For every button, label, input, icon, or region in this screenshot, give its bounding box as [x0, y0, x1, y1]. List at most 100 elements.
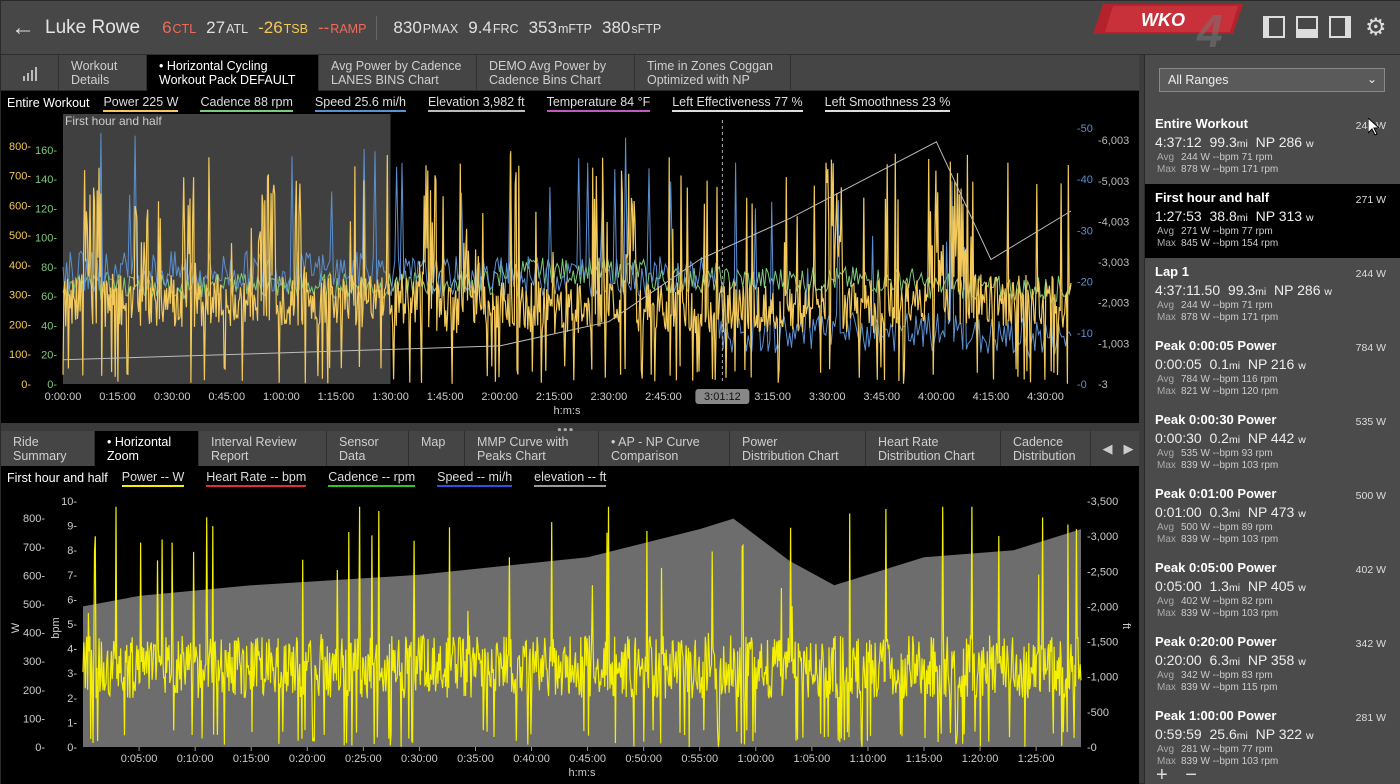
- tab-label-line1: • Horizontal Cycling: [159, 59, 268, 73]
- tab-map[interactable]: Map: [409, 431, 465, 466]
- range-distance: 6.3: [1209, 652, 1229, 668]
- power-tick-label: 300-: [9, 290, 31, 302]
- distance-unit: mi: [1228, 582, 1241, 594]
- bottom-panel-toggle-icon[interactable]: [1296, 16, 1318, 38]
- tab-power-distribution-chart[interactable]: Power Distribution Chart: [730, 431, 866, 466]
- panel-divider[interactable]: ●●●: [1, 423, 1139, 434]
- range-max-row: Max 821 W --bpm 120 rpm: [1155, 386, 1392, 398]
- x-tick-label: 1:15:00: [906, 753, 943, 765]
- metric-value: 6: [162, 17, 172, 37]
- x-tick-label: 2:45:00: [645, 391, 682, 403]
- range-item[interactable]: Peak 0:05:00 Power 402 W 0:05:00 1.3mi NP …: [1145, 554, 1400, 628]
- x-tick-label: 0:00:00: [45, 391, 82, 403]
- range-np: NP 322: [1255, 726, 1303, 742]
- tab-workout-details[interactable]: Workout Details: [59, 55, 147, 91]
- range-avg-row: Avg 271 W --bpm 77 rpm: [1155, 226, 1392, 238]
- speed-tick-label: -50: [1077, 123, 1093, 135]
- tab-scroll-left-icon[interactable]: ◀: [1103, 441, 1113, 457]
- x-tick-label: 1:05:00: [794, 753, 831, 765]
- np-unit: w: [1298, 656, 1306, 668]
- tab-label-line2: Zoom: [107, 449, 139, 463]
- elevation-tick-label: -3,003: [1098, 257, 1129, 269]
- elevation-tick-label: -0: [1087, 742, 1097, 754]
- back-arrow-icon[interactable]: ←: [1, 1, 45, 55]
- tab-sensor-data[interactable]: Sensor Data: [327, 431, 409, 466]
- avg-values: 244 W --bpm 71 rpm: [1181, 300, 1273, 311]
- workout-chart-plot[interactable]: First hour and half 0:00:00 0:15:00 0:30:00…: [1, 91, 1139, 423]
- tab-horizontal-cycling-workout-pack-default[interactable]: • Horizontal Cycling Workout Pack DEFAULT: [147, 55, 319, 91]
- max-values: 839 W --bpm 103 rpm: [1181, 534, 1279, 545]
- tab-cadence-distribution[interactable]: Cadence Distribution: [1001, 431, 1091, 466]
- hr-tick-label: 6-: [67, 594, 77, 606]
- zoom-chart[interactable]: First hour and half Power -- W Heart Rate…: [1, 466, 1139, 784]
- workout-chart[interactable]: Entire Workout Power 225 W Cadence 88 rpm…: [1, 91, 1139, 423]
- max-label: Max: [1157, 460, 1176, 471]
- range-item[interactable]: Peak 0:00:30 Power 535 W 0:00:30 0.2mi NP …: [1145, 406, 1400, 480]
- tab-scroll-right-icon[interactable]: ▶: [1124, 441, 1134, 457]
- tab-label-line2: Optimized with NP: [647, 73, 750, 87]
- range-distance: 25.6: [1209, 726, 1237, 742]
- tab-label-line1: Power: [742, 435, 778, 449]
- tab-label-line1: Map: [421, 435, 446, 449]
- max-values: 845 W --bpm 154 rpm: [1181, 238, 1279, 249]
- distance-unit: mi: [1236, 212, 1248, 224]
- tab-avg-power-by-cadence-lanes-bins-chart[interactable]: Avg Power by Cadence LANES BINS Chart: [319, 55, 477, 91]
- avg-label: Avg: [1157, 522, 1175, 533]
- range-item[interactable]: Peak 0:00:05 Power 784 W 0:00:05 0.1mi NP …: [1145, 332, 1400, 406]
- x-tick-label: 0:35:00: [457, 753, 494, 765]
- range-item[interactable]: First hour and half 271 W 1:27:53 38.8mi N…: [1145, 184, 1400, 258]
- tab-horizontal-zoom[interactable]: • Horizontal Zoom: [95, 431, 199, 466]
- range-item[interactable]: Peak 0:20:00 Power 342 W 0:20:00 6.3mi NP …: [1145, 628, 1400, 702]
- speed-tick-label: -40: [1077, 174, 1093, 186]
- avg-label: Avg: [1157, 226, 1175, 237]
- x-tick-label: 1:00:00: [263, 391, 300, 403]
- x-tick-label: 0:55:00: [681, 753, 718, 765]
- range-summary: 0:59:59 25.6mi NP 322 w: [1155, 726, 1392, 742]
- tab-ride-summary[interactable]: Ride Summary: [1, 431, 95, 466]
- tab-ap-np-curve-comparison[interactable]: • AP - NP Curve Comparison: [599, 431, 730, 466]
- power-tick-label: 200-: [9, 319, 31, 331]
- left-panel-toggle-icon[interactable]: [1263, 16, 1285, 38]
- tab-interval-review-report[interactable]: Interval Review Report: [199, 431, 327, 466]
- x-tick-label: 0:10:00: [177, 753, 214, 765]
- avg-values: 784 W --bpm 116 rpm: [1181, 374, 1278, 385]
- range-item[interactable]: Lap 1 244 W 4:37:11.50 99.3mi NP 286 w Avg 2…: [1145, 258, 1400, 332]
- zoom-chart-plot[interactable]: 0:05:00 0:10:00 0:15:00 0:20:00 0:25:00 0:30:…: [1, 466, 1139, 784]
- tab-mmp-curve-with-peaks-chart[interactable]: MMP Curve with Peaks Chart: [465, 431, 599, 466]
- x-tick-label: 0:40:00: [513, 753, 550, 765]
- tab-demo-avg-power-by-cadence-bins-chart[interactable]: DEMO Avg Power by Cadence Bins Chart: [477, 55, 635, 91]
- add-remove-range-buttons[interactable]: + −: [1156, 764, 1203, 784]
- tab-time-in-zones-coggan-optimized-with-np[interactable]: Time in Zones Coggan Optimized with NP: [635, 55, 791, 91]
- range-max-row: Max 878 W --bpm 171 rpm: [1155, 164, 1392, 176]
- power-tick-label: 100-: [23, 713, 45, 725]
- range-distance: 0.1: [1209, 356, 1229, 372]
- gear-icon[interactable]: ⚙: [1365, 13, 1387, 42]
- metric-tsb: -26TSB: [258, 18, 308, 38]
- x-axis-label: h:m:s: [569, 767, 596, 779]
- range-avg-row: Avg 281 W --bpm 77 rpm: [1155, 744, 1392, 756]
- tab-heart-rate-distribution-chart[interactable]: Heart Rate Distribution Chart: [866, 431, 1001, 466]
- chart-bars-icon[interactable]: [1, 55, 59, 90]
- power-tick-label: 500-: [23, 599, 45, 611]
- range-np: NP 286: [1274, 282, 1321, 298]
- tab-label-line1: Workout: [71, 59, 118, 73]
- hr-tick-label: 8-: [67, 545, 77, 557]
- x-tick-label: 3:30:00: [809, 391, 846, 403]
- range-item[interactable]: Peak 0:01:00 Power 500 W 0:01:00 0.3mi NP …: [1145, 480, 1400, 554]
- range-filter-select[interactable]: All Ranges ⌄: [1159, 68, 1385, 92]
- range-summary: 0:01:00 0.3mi NP 473 w: [1155, 504, 1392, 520]
- hr-tick-label: 2-: [67, 693, 77, 705]
- metric-value: 27: [206, 17, 226, 37]
- range-max-row: Max 845 W --bpm 154 rpm: [1155, 238, 1392, 250]
- range-max-row: Max 839 W --bpm 103 rpm: [1155, 460, 1392, 472]
- avg-label: Avg: [1157, 744, 1175, 755]
- right-panel-toggle-icon[interactable]: [1329, 16, 1351, 38]
- range-item[interactable]: Entire Workout 244 W 4:37:12 99.3mi NP 286…: [1145, 110, 1400, 184]
- range-summary: 4:37:12 99.3mi NP 286 w: [1155, 134, 1392, 150]
- metric-unit: RAMP: [330, 21, 367, 36]
- cadence-tick-label: 140-: [35, 174, 57, 186]
- elevation-tick-label: -1,003: [1098, 338, 1129, 350]
- metric-value: 9.4: [468, 17, 492, 37]
- range-avg-row: Avg 500 W --bpm 89 rpm: [1155, 522, 1392, 534]
- cadence-tick-label: 0-: [47, 379, 57, 391]
